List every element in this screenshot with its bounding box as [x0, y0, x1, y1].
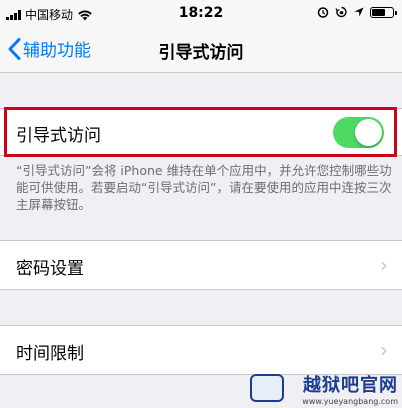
time-limits-cell[interactable]: 时间限制 › — [0, 325, 402, 375]
time-limits-label: 时间限制 — [16, 344, 84, 364]
battery-icon — [370, 6, 397, 18]
guided-access-description: “引导式访问”会将 iPhone 维持在单个应用中，并允许您控制哪些功能可供使用… — [16, 163, 392, 212]
status-right — [317, 6, 397, 18]
orientation-lock-icon — [335, 6, 347, 18]
alarm-icon — [317, 7, 329, 18]
watermark-brand: 越狱吧官网 — [303, 375, 398, 396]
toggle-knob — [355, 119, 382, 146]
guided-access-label: 引导式访问 — [16, 126, 101, 146]
watermark-url: www.yueyangbang.com — [302, 397, 398, 406]
passcode-settings-label: 密码设置 — [16, 259, 84, 279]
guided-access-cell: 引导式访问 — [0, 108, 402, 156]
battery-level-fill — [372, 8, 385, 16]
chevron-right-icon: › — [380, 253, 388, 277]
watermark: 越狱吧官网 www.yueyangbang.com — [302, 371, 398, 406]
guided-access-toggle[interactable] — [333, 117, 384, 148]
chevron-right-icon: › — [380, 338, 388, 362]
watermark-logo — [250, 374, 284, 402]
status-bar: 中国移动 18:22 — [0, 0, 402, 28]
location-icon — [354, 7, 364, 17]
navigation-bar: 辅助功能 引导式访问 — [0, 28, 402, 73]
passcode-settings-cell[interactable]: 密码设置 › — [0, 240, 402, 290]
page-title: 引导式访问 — [158, 43, 244, 63]
